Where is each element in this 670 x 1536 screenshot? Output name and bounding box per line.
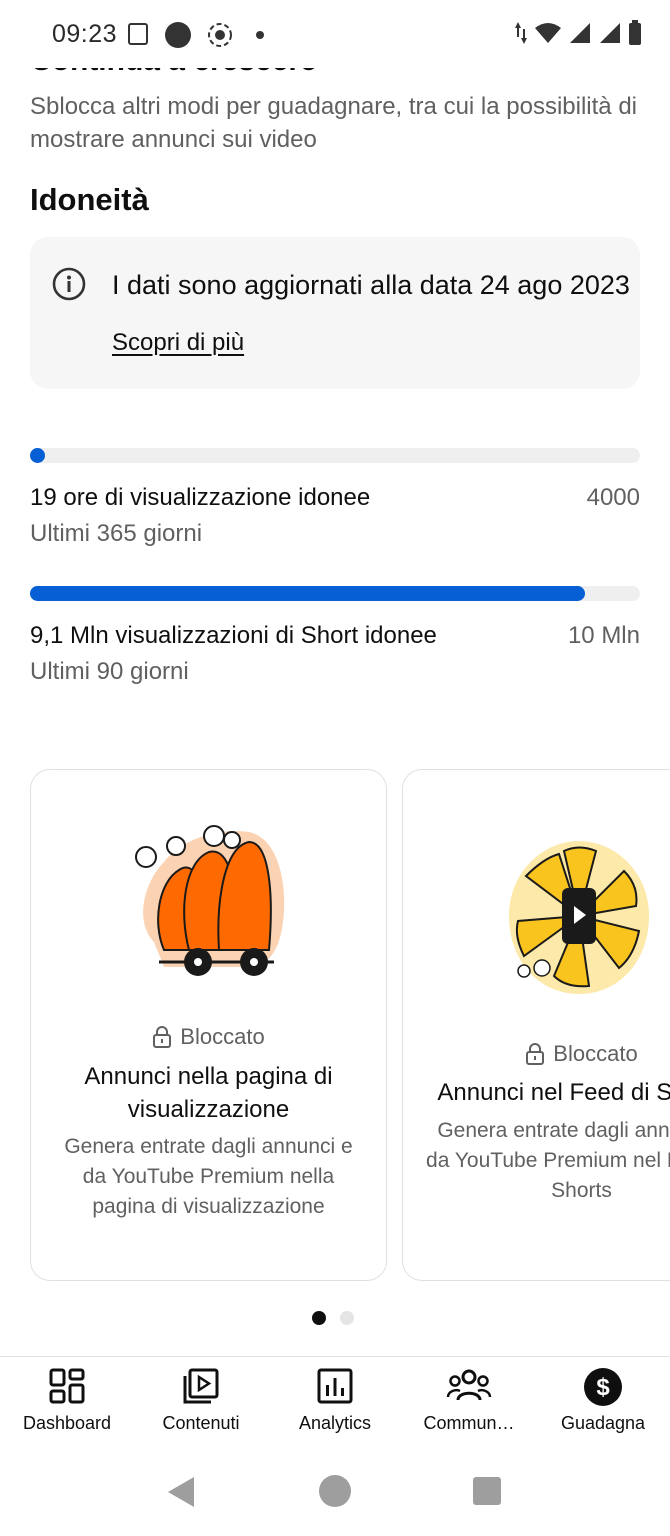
nav-label: Analytics [298, 1413, 372, 1433]
earn-icon: $ [584, 1368, 622, 1406]
analytics-icon [317, 1368, 353, 1404]
nav-community[interactable]: Commun… [402, 1357, 536, 1449]
dot-icon [256, 31, 264, 39]
watch-hours-label: 19 ore di visualizzazione idonee [30, 484, 371, 511]
info-text: I dati sono aggiornati alla data 24 ago … [112, 270, 630, 300]
content-icon [183, 1368, 219, 1404]
pager-dot[interactable] [340, 1311, 354, 1325]
nav-earn[interactable]: $ Guadagna [536, 1357, 670, 1449]
nav-label: Contenuti [162, 1413, 240, 1433]
eligibility-title: Idoneità [30, 182, 149, 217]
nav-content[interactable]: Contenuti [134, 1357, 268, 1449]
lock-icon [526, 1043, 545, 1065]
info-icon [52, 267, 86, 301]
card-status: Bloccato [403, 1041, 670, 1067]
nav-label: Dashboard [22, 1413, 112, 1433]
signal-icon [570, 23, 590, 43]
record-icon [208, 23, 232, 47]
shorts-views-progress-fill [30, 586, 586, 601]
nav-label: Guadagna [560, 1413, 646, 1433]
watch-page-ads-card[interactable]: Bloccato Annunci nella pagina di visuali… [30, 769, 387, 1281]
nav-dashboard[interactable]: Dashboard [0, 1357, 134, 1449]
yellow-shorts-illustration [509, 841, 649, 994]
battery-icon [629, 20, 641, 45]
bottom-navigation: Dashboard Contenuti Analytics Commun… $ … [0, 1356, 670, 1448]
back-icon[interactable] [164, 1474, 198, 1510]
card-title: Annunci nella pagina di visualizzazione [84, 1063, 333, 1123]
status-bar: 09:23 [0, 0, 670, 68]
card-title: Annunci nel Feed di Shorts [437, 1079, 670, 1106]
home-icon[interactable] [318, 1474, 352, 1508]
shorts-views-target: 10 Mln [567, 622, 640, 649]
watch-hours-target: 4000 [586, 484, 640, 511]
data-arrows-icon [515, 22, 527, 44]
screen-icon [128, 23, 148, 45]
watch-hours-progress-bar [30, 448, 640, 463]
wifi-icon [535, 23, 561, 43]
lock-icon [153, 1026, 172, 1048]
watch-hours-progress-fill [30, 448, 45, 463]
recents-icon[interactable] [472, 1476, 502, 1506]
shorts-views-period: Ultimi 90 giorni [30, 658, 189, 685]
shorts-views-progress-bar [30, 586, 640, 601]
system-navigation-bar [0, 1448, 670, 1536]
community-icon [446, 1369, 492, 1401]
signal-icon [600, 23, 620, 43]
nav-analytics[interactable]: Analytics [268, 1357, 402, 1449]
orange-caterpillar-illustration [134, 825, 284, 976]
section-subtitle: Sblocca altri modi per guadagnare, tra c… [30, 93, 637, 153]
shorts-feed-ads-card[interactable]: Bloccato Annunci nel Feed di Shorts Gene… [402, 769, 670, 1281]
status-time: 09:23 [52, 20, 118, 48]
nav-label: Commun… [423, 1413, 515, 1433]
dashboard-icon [49, 1368, 85, 1404]
svg-text:$: $ [596, 1374, 610, 1401]
watch-hours-period: Ultimi 365 giorni [30, 520, 203, 547]
pager-dot-active[interactable] [312, 1311, 326, 1325]
status-right-icons [514, 20, 642, 46]
circle-icon [165, 22, 191, 48]
card-description: Genera entrate dagli annunci e da YouTub… [426, 1119, 670, 1202]
learn-more-link[interactable]: Scopri di più [112, 329, 244, 357]
shorts-views-label: 9,1 Mln visualizzazioni di Short idonee [30, 622, 437, 649]
card-status: Bloccato [31, 1024, 386, 1050]
card-description: Genera entrate dagli annunci e da YouTub… [64, 1135, 353, 1218]
info-banner: I dati sono aggiornati alla data 24 ago … [30, 237, 640, 389]
carousel-pager [312, 1311, 354, 1325]
